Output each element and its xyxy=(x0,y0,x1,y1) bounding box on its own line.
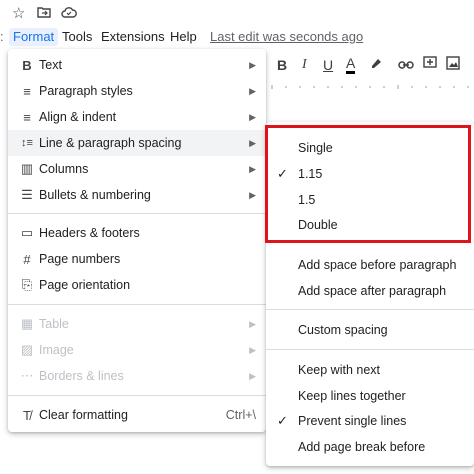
submenu-arrow-icon: ▶ xyxy=(249,163,256,174)
menu-item-label: Columns xyxy=(39,162,89,176)
submenu-arrow-icon: ▶ xyxy=(249,318,256,329)
add-comment-icon[interactable] xyxy=(423,56,437,74)
paragraph-styles-icon: ≡ xyxy=(23,83,31,99)
menu-item-paragraph-styles[interactable]: ≡ Paragraph styles ▶ xyxy=(8,78,266,104)
add-space-before-paragraph[interactable]: Add space before paragraph xyxy=(266,252,474,278)
menu-item-label: Line & paragraph spacing xyxy=(39,136,182,150)
menu-item-headers-footers[interactable]: ▭ Headers & footers xyxy=(8,220,266,246)
italic-button[interactable]: I xyxy=(302,56,307,74)
star-icon[interactable]: ☆ xyxy=(12,4,25,24)
menu-item-align-indent[interactable]: ≡ Align & indent ▶ xyxy=(8,104,266,130)
bold-icon: B xyxy=(22,57,32,73)
keep-with-next[interactable]: Keep with next xyxy=(266,357,474,383)
bullets-icon: ☰ xyxy=(21,187,33,202)
option-label: Add space before paragraph xyxy=(298,258,457,272)
menu-bar: : Format Tools Extensions Help Last edit… xyxy=(0,27,474,47)
headers-footers-icon: ▭ xyxy=(20,225,34,240)
option-label: Custom spacing xyxy=(298,323,388,337)
add-page-break-before[interactable]: Add page break before xyxy=(266,434,474,460)
line-spacing-icon: ↕≡ xyxy=(21,137,33,149)
menu-item-text[interactable]: B Text ▶ xyxy=(8,52,266,78)
option-label: Add space after paragraph xyxy=(298,284,447,298)
menu-item-line-paragraph-spacing[interactable]: ↕≡ Line & paragraph spacing ▶ xyxy=(8,130,266,156)
text-color-button[interactable]: A xyxy=(346,56,356,74)
option-label: Keep lines together xyxy=(298,389,406,403)
ruler xyxy=(266,82,474,90)
insert-image-icon[interactable] xyxy=(446,56,460,74)
toolbar: B I U A xyxy=(266,50,474,80)
doc-title-icons: ☆ xyxy=(0,0,474,28)
menu-item-table: ▦ Table ▶ xyxy=(8,311,266,337)
option-label: Add page break before xyxy=(298,440,426,454)
menu-extensions[interactable]: Extensions xyxy=(101,28,165,46)
menu-item-image: ▨ Image ▶ xyxy=(8,337,266,363)
menu-item-label: Paragraph styles xyxy=(39,84,133,98)
submenu-arrow-icon: ▶ xyxy=(249,189,256,200)
menu-divider xyxy=(8,213,266,214)
add-space-after-paragraph[interactable]: Add space after paragraph xyxy=(266,278,474,304)
underline-button[interactable]: U xyxy=(323,56,333,74)
menu-item-label: Bullets & numbering xyxy=(39,188,151,202)
menu-item-label: Page orientation xyxy=(39,278,131,292)
submenu-arrow-icon: ▶ xyxy=(249,137,256,148)
menu-divider xyxy=(8,395,266,396)
menu-item-page-numbers[interactable]: # Page numbers xyxy=(8,246,266,272)
menu-item-borders-lines: ⋯ Borders & lines ▶ xyxy=(8,363,266,389)
menu-item-bullets-numbering[interactable]: ☰ Bullets & numbering ▶ xyxy=(8,182,266,208)
shortcut-label: Ctrl+\ xyxy=(225,408,256,422)
keep-lines-together[interactable]: Keep lines together xyxy=(266,383,474,409)
custom-spacing[interactable]: Custom spacing xyxy=(266,317,474,343)
menu-item-page-orientation[interactable]: ⎘ Page orientation xyxy=(8,272,266,298)
highlight-annotation-box xyxy=(265,125,471,243)
hash-icon: # xyxy=(23,251,31,267)
clear-formatting-icon: T̸ xyxy=(23,407,31,423)
cloud-icon[interactable] xyxy=(61,4,77,24)
menu-edge-fragment: : xyxy=(0,29,4,44)
menu-tools[interactable]: Tools xyxy=(62,28,92,46)
image-icon: ▨ xyxy=(20,342,34,357)
menu-item-clear-formatting[interactable]: T̸ Clear formatting Ctrl+\ xyxy=(8,402,266,428)
submenu-arrow-icon: ▶ xyxy=(249,344,256,355)
menu-help[interactable]: Help xyxy=(170,28,197,46)
columns-icon: ▥ xyxy=(20,161,34,176)
menu-divider xyxy=(8,304,266,305)
menu-item-columns[interactable]: ▥ Columns ▶ xyxy=(8,156,266,182)
menu-item-label: Image xyxy=(39,343,74,357)
submenu-divider xyxy=(266,309,474,310)
menu-item-label: Table xyxy=(39,317,69,331)
menu-item-label: Text xyxy=(39,58,62,72)
submenu-divider xyxy=(266,349,474,350)
menu-format[interactable]: Format xyxy=(9,28,59,46)
menu-item-label: Clear formatting xyxy=(39,408,128,422)
move-folder-icon[interactable] xyxy=(37,4,51,24)
link-icon[interactable] xyxy=(398,56,414,74)
checkmark-icon: ✓ xyxy=(277,413,288,428)
option-label: Prevent single lines xyxy=(298,414,407,428)
submenu-arrow-icon: ▶ xyxy=(249,85,256,96)
bold-button[interactable]: B xyxy=(277,56,287,74)
highlight-icon[interactable] xyxy=(369,56,383,74)
submenu-arrow-icon: ▶ xyxy=(249,59,256,70)
borders-icon: ⋯ xyxy=(20,368,34,383)
submenu-arrow-icon: ▶ xyxy=(249,111,256,122)
menu-item-label: Borders & lines xyxy=(39,369,124,383)
menu-item-label: Page numbers xyxy=(39,252,121,266)
prevent-single-lines[interactable]: ✓ Prevent single lines xyxy=(266,408,474,434)
table-icon: ▦ xyxy=(20,316,34,331)
menu-item-label: Align & indent xyxy=(39,110,117,124)
last-edit-link[interactable]: Last edit was seconds ago xyxy=(210,28,363,46)
align-icon: ≡ xyxy=(23,109,31,125)
page-orientation-icon: ⎘ xyxy=(21,277,33,292)
option-label: Keep with next xyxy=(298,363,380,377)
format-menu: B Text ▶ ≡ Paragraph styles ▶ ≡ Align & … xyxy=(8,49,266,432)
submenu-arrow-icon: ▶ xyxy=(249,370,256,381)
menu-item-label: Headers & footers xyxy=(39,226,140,240)
